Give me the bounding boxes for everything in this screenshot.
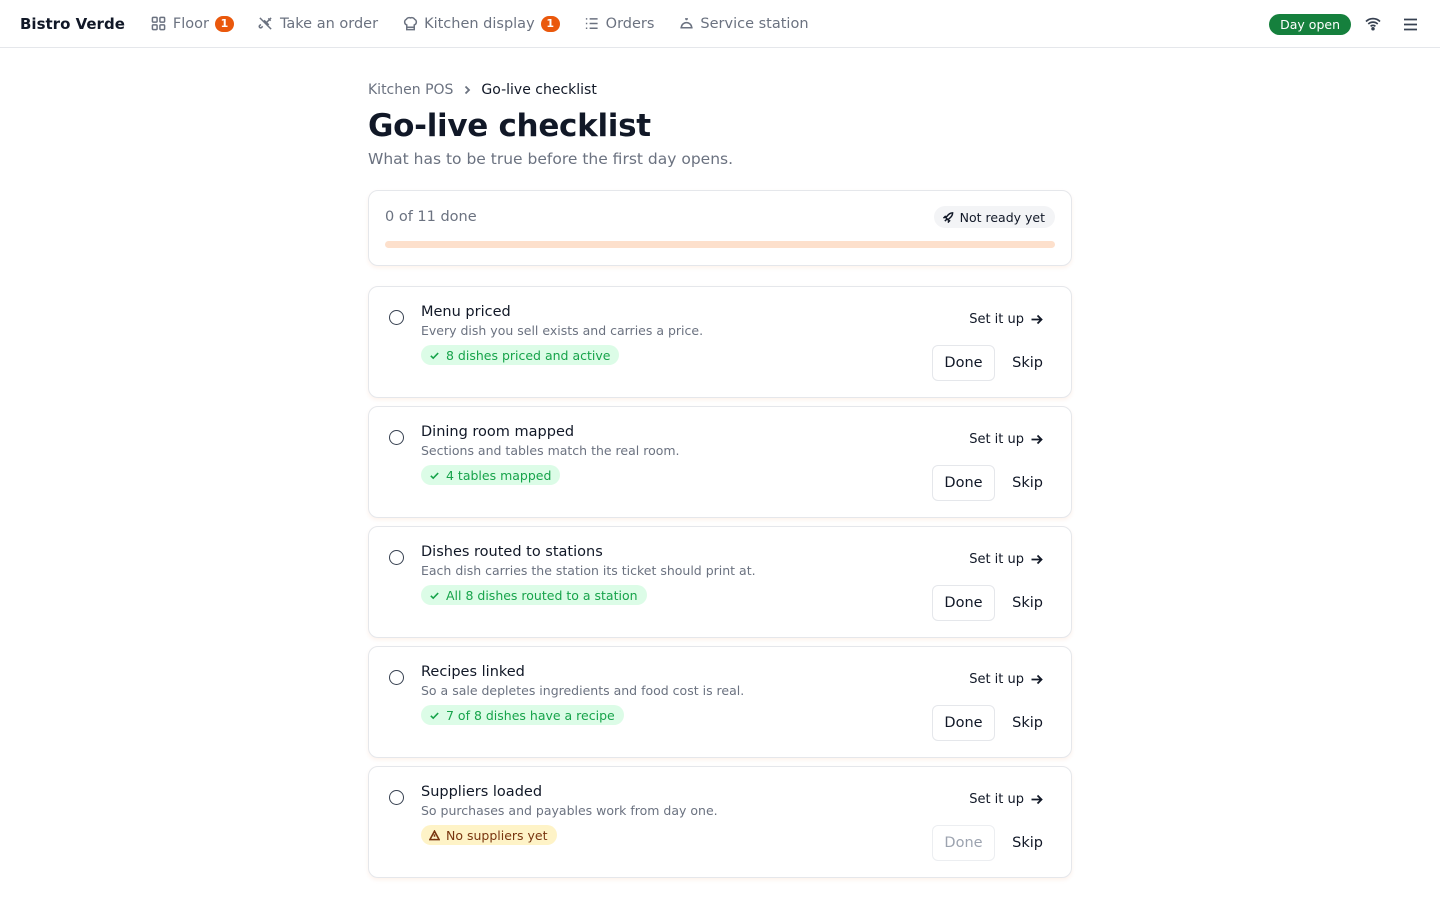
wifi-icon[interactable] xyxy=(1365,17,1381,31)
checklist-item-checkbox[interactable] xyxy=(389,430,404,445)
checklist-item-checkbox[interactable] xyxy=(389,310,404,325)
arrow-right-icon xyxy=(1031,314,1043,325)
top-right-controls: Day open xyxy=(1269,0,1418,48)
checklist-item-status-label: 7 of 8 dishes have a recipe xyxy=(446,707,615,723)
checklist-item-0: Menu priced Every dish you sell exists a… xyxy=(368,286,1072,398)
done-button[interactable]: Done xyxy=(932,585,995,621)
checklist-item-title: Recipes linked xyxy=(421,664,525,680)
checklist-item-status-badge: All 8 dishes routed to a station xyxy=(421,585,647,605)
checklist-item-status-badge: No suppliers yet xyxy=(421,825,557,845)
checklist-item-status-badge: 4 tables mapped xyxy=(421,465,561,485)
set-it-up-label: Set it up xyxy=(969,432,1024,447)
checklist-item-3: Recipes linked So a sale depletes ingred… xyxy=(368,646,1072,758)
breadcrumb-current: Go-live checklist xyxy=(481,82,597,98)
checklist-item-description: Every dish you sell exists and carries a… xyxy=(421,323,704,338)
nav-item-orders[interactable]: Orders xyxy=(584,0,655,48)
set-it-up-link[interactable]: Set it up xyxy=(969,312,1043,327)
checklist-item-status-label: All 8 dishes routed to a station xyxy=(446,587,638,603)
breadcrumb: Kitchen POS Go-live checklist xyxy=(368,80,1072,100)
page-subtitle: What has to be true before the first day… xyxy=(368,150,734,168)
nav-item-take-an-order[interactable]: Take an order xyxy=(258,0,378,48)
page-title: Go-live checklist xyxy=(368,108,651,144)
checklist-item-title: Dining room mapped xyxy=(421,424,575,440)
skip-button[interactable]: Skip xyxy=(1012,585,1043,621)
main-content: Kitchen POS Go-live checklist Go-live ch… xyxy=(368,80,1072,886)
list-icon xyxy=(584,16,600,32)
day-status-badge[interactable]: Day open xyxy=(1269,13,1351,35)
cloche-icon xyxy=(678,16,694,32)
nav-item-label: Floor xyxy=(172,15,209,32)
nav-item-label: Take an order xyxy=(279,15,379,32)
rocket-icon xyxy=(942,211,953,223)
checklist-item-status-badge: 8 dishes priced and active xyxy=(421,345,620,365)
checklist-item-status-label: 4 tables mapped xyxy=(446,467,552,483)
nav-item-label: Orders xyxy=(605,15,655,32)
arrow-right-icon xyxy=(1031,674,1043,685)
set-it-up-link[interactable]: Set it up xyxy=(969,552,1043,567)
set-it-up-label: Set it up xyxy=(969,552,1024,567)
set-it-up-label: Set it up xyxy=(969,312,1024,327)
nav-item-kitchen-display[interactable]: Kitchen display 1 xyxy=(402,0,560,48)
checklist-item-title: Menu priced xyxy=(421,304,511,320)
checklist-item-status-label: 8 dishes priced and active xyxy=(446,347,611,363)
arrow-right-icon xyxy=(1031,794,1043,805)
checklist-item-description: So purchases and payables work from day … xyxy=(421,803,718,818)
set-it-up-link[interactable]: Set it up xyxy=(969,672,1043,687)
utensils-icon xyxy=(258,16,274,32)
checklist-item-description: Sections and tables match the real room. xyxy=(421,443,680,458)
checklist-item-2: Dishes routed to stations Each dish carr… xyxy=(368,526,1072,638)
set-it-up-link[interactable]: Set it up xyxy=(969,432,1043,447)
skip-button[interactable]: Skip xyxy=(1012,825,1043,861)
check-icon xyxy=(430,711,439,719)
checklist-item-checkbox[interactable] xyxy=(389,790,404,805)
brand-name[interactable]: Bistro Verde xyxy=(20,15,125,33)
nav-count-badge: 1 xyxy=(214,15,234,32)
checklist-item-title: Dishes routed to stations xyxy=(421,544,603,560)
checklist-item-checkbox[interactable] xyxy=(389,670,404,685)
readiness-status-badge: Not ready yet xyxy=(933,206,1055,228)
checklist: Menu priced Every dish you sell exists a… xyxy=(368,286,1072,878)
arrow-right-icon xyxy=(1031,434,1043,445)
warning-icon xyxy=(429,829,440,840)
progress-card: 0 of 11 done Not ready yet xyxy=(368,190,1072,266)
checklist-item-1: Dining room mapped Sections and tables m… xyxy=(368,406,1072,518)
nav-count-badge: 1 xyxy=(540,15,560,32)
top-nav-bar: Bistro Verde Floor 1 Take an order Kitch… xyxy=(0,0,1440,48)
nav-item-service-station[interactable]: Service station xyxy=(678,0,809,48)
checklist-item-checkbox[interactable] xyxy=(389,550,404,565)
progress-count: 0 of 11 done xyxy=(385,209,477,225)
checklist-item-status-label: No suppliers yet xyxy=(446,827,548,843)
check-icon xyxy=(430,471,439,479)
chevron-right-icon xyxy=(462,85,472,95)
readiness-status-label: Not ready yet xyxy=(959,209,1045,225)
done-button[interactable]: Done xyxy=(932,465,995,501)
grid-icon xyxy=(151,16,167,32)
done-button[interactable]: Done xyxy=(932,825,995,861)
checklist-item-status-badge: 7 of 8 dishes have a recipe xyxy=(421,705,624,725)
check-icon xyxy=(430,351,439,359)
checklist-item-description: So a sale depletes ingredients and food … xyxy=(421,683,745,698)
checklist-item-4: Suppliers loaded So purchases and payabl… xyxy=(368,766,1072,878)
progress-bar xyxy=(385,241,1055,248)
nav-item-label: Service station xyxy=(700,15,809,32)
done-button[interactable]: Done xyxy=(932,705,995,741)
check-icon xyxy=(430,591,439,599)
set-it-up-label: Set it up xyxy=(969,672,1024,687)
skip-button[interactable]: Skip xyxy=(1012,705,1043,741)
nav-item-label: Kitchen display xyxy=(424,15,535,32)
breadcrumb-parent-link[interactable]: Kitchen POS xyxy=(368,82,453,98)
skip-button[interactable]: Skip xyxy=(1012,465,1043,501)
checklist-item-description: Each dish carries the station its ticket… xyxy=(421,563,756,578)
set-it-up-link[interactable]: Set it up xyxy=(969,792,1043,807)
done-button[interactable]: Done xyxy=(932,345,995,381)
arrow-right-icon xyxy=(1031,554,1043,565)
chef-hat-icon xyxy=(402,16,418,32)
skip-button[interactable]: Skip xyxy=(1012,345,1043,381)
checklist-item-title: Suppliers loaded xyxy=(421,784,543,800)
set-it-up-label: Set it up xyxy=(969,792,1024,807)
hamburger-icon[interactable] xyxy=(1403,18,1418,31)
nav-item-floor[interactable]: Floor 1 xyxy=(151,0,234,48)
